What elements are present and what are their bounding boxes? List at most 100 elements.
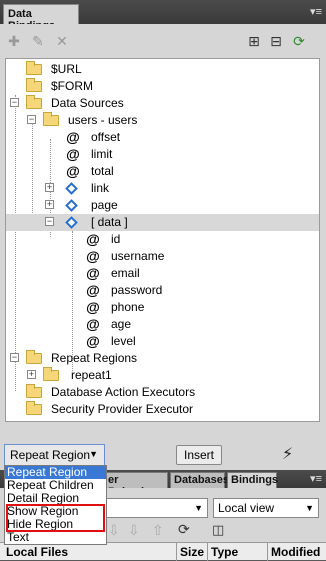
tree-item-label: users - users [68, 113, 138, 127]
array-icon [65, 216, 78, 229]
at-icon: @ [66, 146, 80, 162]
panel-tab-data-bindings[interactable]: Data Bindings [3, 4, 79, 32]
tab-databases[interactable]: Databases [170, 472, 229, 488]
tree-item-label: Database Action Executors [51, 385, 196, 399]
collapse-icon[interactable]: − [10, 98, 19, 107]
at-icon: @ [66, 129, 80, 145]
tree-item-label: repeat1 [71, 368, 112, 382]
tree-item-link[interactable]: + link [6, 180, 319, 197]
delete-icon[interactable]: ✕ [54, 33, 70, 49]
tree-item-label: age [111, 317, 132, 331]
tree-item-email[interactable]: @ email [6, 265, 319, 282]
at-icon: @ [86, 231, 100, 247]
tree-item-label: total [91, 164, 114, 178]
menu-icon[interactable]: ▾≡ [310, 5, 322, 18]
tree-item-users[interactable]: − users - users [6, 112, 319, 129]
plus-icon[interactable]: ✚ [6, 33, 22, 49]
expand-panel-icon[interactable]: ◫ [212, 522, 224, 538]
view-select[interactable]: Local view [213, 498, 319, 518]
tree-item-data-sources[interactable]: − Data Sources [6, 95, 319, 112]
expand-icon[interactable]: + [45, 183, 54, 192]
tree-item-total[interactable]: @ total [6, 163, 319, 180]
panel-header: Data Bindings ▾≡ [0, 0, 326, 32]
tree-item-form[interactable]: $FORM [6, 78, 319, 95]
tree-item-age[interactable]: @ age [6, 316, 319, 333]
tab-bindings[interactable]: Bindings [227, 472, 278, 488]
tree-item-label: password [111, 283, 163, 297]
bindings-tree: $URL $FORM − Data Sources − users - user… [5, 58, 320, 422]
tree-item-label: Data Sources [51, 96, 124, 110]
tree-item-label: Security Provider Executor [51, 402, 194, 416]
tree-item-repeat1[interactable]: + repeat1 [6, 367, 319, 384]
collapse-all-icon[interactable]: ⊟ [268, 33, 284, 49]
tree-item-database-action-executors[interactable]: Database Action Executors [6, 384, 319, 401]
folder-icon [26, 350, 42, 364]
get-icon[interactable]: ⇩ [108, 522, 120, 539]
tree-item-label: phone [111, 300, 145, 314]
tree-item-username[interactable]: @ username [6, 248, 319, 265]
download-icon[interactable]: ⇩ [128, 522, 140, 539]
tree-item-limit[interactable]: @ limit [6, 146, 319, 163]
tab-server-behaviors[interactable]: er Behaviors [104, 472, 168, 498]
at-icon: @ [86, 299, 100, 315]
collapse-icon[interactable]: − [27, 115, 36, 124]
column-size[interactable]: Size [180, 545, 204, 559]
pencil-icon[interactable]: ✎ [30, 33, 46, 49]
insert-type-dropdown-menu: Repeat Region Repeat Children Detail Reg… [4, 465, 107, 545]
tree-item-url[interactable]: $URL [6, 61, 319, 78]
magic-wand-icon[interactable]: ⚡ [282, 446, 302, 464]
collapse-icon[interactable]: − [45, 217, 54, 226]
tree-item-label: [ data ] [91, 215, 128, 229]
folder-icon [26, 401, 42, 415]
insert-button[interactable]: Insert [176, 445, 222, 465]
at-icon: @ [86, 282, 100, 298]
tree-item-label: $URL [51, 62, 82, 76]
column-separator [176, 543, 177, 561]
refresh-icon[interactable]: ⟳ [291, 33, 307, 49]
highlight-box [6, 504, 105, 532]
folder-icon [26, 384, 42, 398]
tree-item-label: page [91, 198, 118, 212]
site-select[interactable] [104, 498, 208, 518]
object-icon [65, 199, 78, 212]
expand-icon[interactable]: + [27, 370, 36, 379]
object-icon [65, 182, 78, 195]
folder-icon [26, 61, 42, 75]
column-local-files[interactable]: Local Files [6, 545, 68, 559]
tree-item-id[interactable]: @ id [6, 231, 319, 248]
at-icon: @ [86, 333, 100, 349]
folder-icon [43, 112, 59, 126]
expand-icon[interactable]: + [45, 200, 54, 209]
column-type[interactable]: Type [211, 545, 238, 559]
tree-item-label: limit [91, 147, 113, 161]
tree-item-level[interactable]: @ level [6, 333, 319, 350]
tree-item-label: offset [91, 130, 121, 144]
insert-type-select[interactable]: Repeat Region [4, 444, 105, 466]
at-icon: @ [86, 248, 100, 264]
expand-all-icon[interactable]: ⊞ [246, 33, 262, 49]
collapse-icon[interactable]: − [10, 353, 19, 362]
column-separator [267, 543, 268, 561]
column-modified[interactable]: Modified [271, 545, 320, 559]
tree-item-label: id [111, 232, 121, 246]
tree-item-page[interactable]: + page [6, 197, 319, 214]
at-icon: @ [86, 265, 100, 281]
refresh-icon[interactable]: ⟳ [178, 521, 190, 538]
tree-item-offset[interactable]: @ offset [6, 129, 319, 146]
upload-icon[interactable]: ⇧ [152, 522, 164, 539]
folder-icon [43, 367, 59, 381]
tree-item-label: username [111, 249, 165, 263]
tree-item-phone[interactable]: @ phone [6, 299, 319, 316]
tree-item-label: link [91, 181, 110, 195]
at-icon: @ [66, 163, 80, 179]
tree-item-label: $FORM [51, 79, 93, 93]
folder-icon [26, 78, 42, 92]
tree-item-label: level [111, 334, 136, 348]
tree-item-password[interactable]: @ password [6, 282, 319, 299]
menu-item-text[interactable]: Text [5, 531, 106, 544]
menu-icon[interactable]: ▾≡ [310, 472, 322, 485]
tree-item-data[interactable]: − [ data ] [6, 214, 319, 231]
tree-item-security-provider-executor[interactable]: Security Provider Executor [6, 401, 319, 418]
tree-item-repeat-regions[interactable]: − Repeat Regions [6, 350, 319, 367]
tree-item-label: Repeat Regions [51, 351, 138, 365]
